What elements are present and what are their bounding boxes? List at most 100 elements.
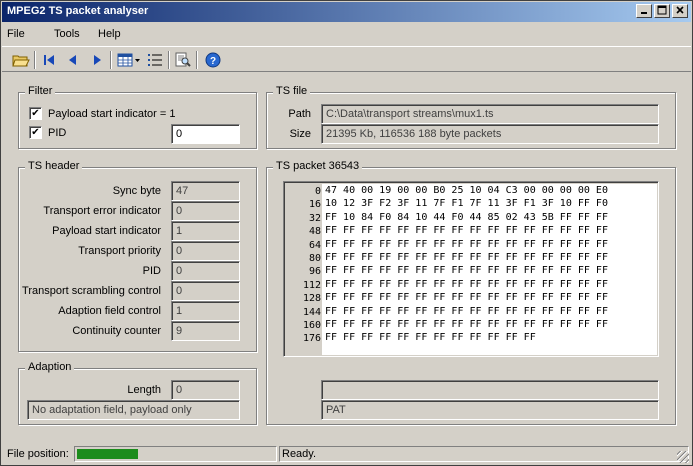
toolbar-separator bbox=[168, 51, 170, 69]
continuity-counter-value: 9 bbox=[171, 321, 240, 341]
ts-header-group: TS header Sync byte 47 Transport error i… bbox=[18, 160, 257, 352]
first-packet-button[interactable] bbox=[40, 51, 58, 69]
hex-row: FF FF FF FF FF FF FF FF FF FF FF FF FF F… bbox=[325, 251, 608, 263]
checkmark-icon: ✔ bbox=[31, 127, 40, 138]
adaption-group: Adaption Length 0 No adaptation field, p… bbox=[18, 361, 257, 425]
payload-start-label: Payload start indicator = 1 bbox=[48, 108, 176, 120]
list-view-button[interactable] bbox=[146, 51, 164, 69]
menu-file[interactable]: File bbox=[7, 28, 25, 40]
open-folder-icon bbox=[12, 55, 30, 67]
view-grid-dropdown[interactable] bbox=[116, 51, 142, 69]
status-bar: File position: Ready. bbox=[2, 443, 691, 465]
file-position-progress bbox=[74, 446, 277, 462]
progress-fill bbox=[77, 449, 138, 459]
hex-row: 10 12 3F F2 3F 11 7F F1 7F 11 3F F1 3F 1… bbox=[325, 198, 608, 210]
hex-offset: 160 bbox=[302, 319, 321, 331]
help-icon: ? bbox=[205, 52, 221, 68]
sync-byte-value: 47 bbox=[171, 181, 240, 201]
path-value: C:\Data\transport streams\mux1.ts bbox=[321, 104, 659, 124]
path-label: Path bbox=[288, 108, 311, 120]
hex-row: FF 10 84 F0 84 10 44 F0 44 85 02 43 5B F… bbox=[325, 211, 608, 223]
hex-offset-column: 0 16 32 48 64 80 96 112 128 144 160 176 bbox=[287, 185, 321, 354]
menu-tools[interactable]: Tools bbox=[54, 28, 80, 40]
close-button[interactable] bbox=[672, 4, 688, 18]
next-packet-button[interactable] bbox=[88, 51, 106, 69]
previous-packet-icon bbox=[69, 55, 76, 65]
scrambling-control-value: 0 bbox=[171, 281, 240, 301]
adaption-length-value: 0 bbox=[171, 380, 240, 400]
hex-row: FF FF FF FF FF FF FF FF FF FF FF FF FF F… bbox=[325, 292, 608, 304]
hex-row: FF FF FF FF FF FF FF FF FF FF FF FF FF F… bbox=[325, 265, 608, 277]
checkmark-icon: ✔ bbox=[31, 108, 40, 119]
table-name-field: PAT bbox=[321, 400, 659, 420]
main-window: MPEG2 TS packet analyser File Tools Help bbox=[0, 0, 693, 466]
toolbar-separator bbox=[196, 51, 198, 69]
adaption-field-control-value: 1 bbox=[171, 301, 240, 321]
maximize-icon bbox=[657, 5, 667, 15]
continuity-counter-label: Continuity counter bbox=[72, 325, 161, 337]
pid-checkbox[interactable]: ✔ bbox=[29, 126, 42, 139]
status-message: Ready. bbox=[282, 448, 317, 460]
hex-offset: 48 bbox=[308, 226, 321, 238]
previous-packet-button[interactable] bbox=[64, 51, 82, 69]
hex-row: 47 40 00 19 00 00 B0 25 10 04 C3 00 00 0… bbox=[325, 185, 608, 196]
payload-start-indicator-value: 1 bbox=[171, 221, 240, 241]
hex-offset: 64 bbox=[308, 239, 321, 251]
hex-row: FF FF FF FF FF FF FF FF FF FF FF FF FF F… bbox=[325, 305, 608, 317]
sync-byte-label: Sync byte bbox=[112, 185, 161, 197]
title-bar[interactable]: MPEG2 TS packet analyser bbox=[2, 2, 691, 22]
svg-text:?: ? bbox=[210, 56, 216, 67]
ts-header-group-title: TS header bbox=[25, 160, 83, 172]
hex-offset: 176 bbox=[302, 333, 321, 345]
find-button[interactable] bbox=[174, 51, 192, 69]
adaption-length-label: Length bbox=[127, 384, 161, 396]
hex-offset: 80 bbox=[308, 252, 321, 264]
hex-offset: 96 bbox=[308, 266, 321, 278]
hex-dump-panel: 0 16 32 48 64 80 96 112 128 144 160 176 47 40 00 19… bbox=[283, 181, 659, 357]
minimize-icon bbox=[641, 12, 647, 14]
pid-filter-label: PID bbox=[48, 127, 67, 139]
transport-error-label: Transport error indicator bbox=[43, 205, 161, 217]
open-file-button[interactable] bbox=[12, 51, 30, 69]
hex-row: FF FF FF FF FF FF FF FF FF FF FF FF FF F… bbox=[325, 318, 608, 330]
hex-data-view[interactable]: 47 40 00 19 00 00 B0 25 10 04 C3 00 00 0… bbox=[322, 184, 657, 355]
transport-error-value: 0 bbox=[171, 201, 240, 221]
hex-offset: 128 bbox=[302, 293, 321, 305]
next-packet-icon bbox=[94, 55, 101, 65]
maximize-button[interactable] bbox=[654, 4, 670, 18]
hex-row: FF FF FF FF FF FF FF FF FF FF FF FF FF F… bbox=[325, 238, 608, 250]
menu-help[interactable]: Help bbox=[98, 28, 121, 40]
view-grid-icon bbox=[117, 53, 140, 67]
adaption-group-title: Adaption bbox=[25, 361, 75, 373]
hex-offset: 32 bbox=[308, 212, 321, 224]
hex-row: FF FF FF FF FF FF FF FF FF FF FF FF FF F… bbox=[325, 225, 608, 237]
minimize-button[interactable] bbox=[636, 4, 652, 18]
toolbar-separator bbox=[34, 51, 36, 69]
filter-group-title: Filter bbox=[25, 85, 56, 97]
hex-offset: 144 bbox=[302, 306, 321, 318]
status-message-panel: Ready. bbox=[279, 446, 689, 462]
file-position-label: File position: bbox=[7, 448, 69, 460]
transport-priority-value: 0 bbox=[171, 241, 240, 261]
resize-grip-icon[interactable] bbox=[677, 451, 689, 463]
adaption-field-control-label: Adaption field control bbox=[58, 305, 161, 317]
hex-offset: 16 bbox=[308, 199, 321, 211]
payload-start-checkbox[interactable]: ✔ bbox=[29, 107, 42, 120]
toolbar: ? bbox=[2, 46, 691, 72]
hex-row: FF FF FF FF FF FF FF FF FF FF FF FF bbox=[325, 332, 536, 344]
hex-row: FF FF FF FF FF FF FF FF FF FF FF FF FF F… bbox=[325, 278, 608, 290]
menu-bar: File Tools Help bbox=[2, 25, 691, 44]
pid-filter-input[interactable]: 0 bbox=[171, 124, 240, 144]
size-value: 21395 Kb, 116536 188 byte packets bbox=[321, 124, 659, 144]
packet-info-field bbox=[321, 380, 659, 400]
help-button[interactable]: ? bbox=[204, 51, 222, 69]
toolbar-separator bbox=[110, 51, 112, 69]
size-label: Size bbox=[289, 128, 311, 140]
list-icon bbox=[148, 54, 162, 66]
ts-packet-group-title: TS packet 36543 bbox=[273, 160, 363, 172]
hex-offset: 0 bbox=[314, 186, 321, 197]
window-title: MPEG2 TS packet analyser bbox=[7, 5, 149, 17]
pid-value: 0 bbox=[171, 261, 240, 281]
pid-label: PID bbox=[142, 265, 161, 277]
adaption-description: No adaptation field, payload only bbox=[27, 400, 240, 420]
